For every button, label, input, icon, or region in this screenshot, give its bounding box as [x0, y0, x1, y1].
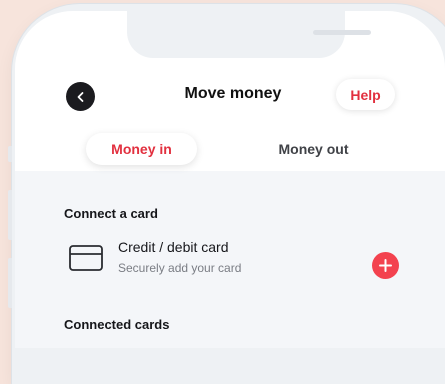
credit-card-icon: [69, 245, 103, 271]
chevron-left-icon: [77, 91, 83, 102]
app-screen: Move money Help Money in Money out Conne…: [15, 11, 445, 348]
card-option-title: Credit / debit card: [118, 239, 229, 255]
phone-side-button: [8, 190, 12, 240]
add-credit-card-row[interactable]: Credit / debit card Securely add your ca…: [63, 233, 413, 289]
tab-money-in[interactable]: Money in: [86, 133, 197, 165]
connected-cards-heading: Connected cards: [64, 317, 170, 332]
phone-side-button: [8, 258, 12, 308]
connect-card-heading: Connect a card: [64, 206, 158, 221]
phone-side-button: [8, 146, 12, 162]
page-title: Move money: [184, 85, 282, 102]
help-button[interactable]: Help: [336, 79, 395, 110]
phone-notch: [127, 11, 371, 58]
tab-money-out[interactable]: Money out: [257, 133, 370, 165]
card-option-subtitle: Securely add your card: [118, 261, 242, 275]
add-card-button[interactable]: [372, 252, 399, 279]
back-button[interactable]: [66, 82, 95, 111]
plus-icon: [379, 259, 392, 272]
speaker-grille: [313, 30, 371, 35]
